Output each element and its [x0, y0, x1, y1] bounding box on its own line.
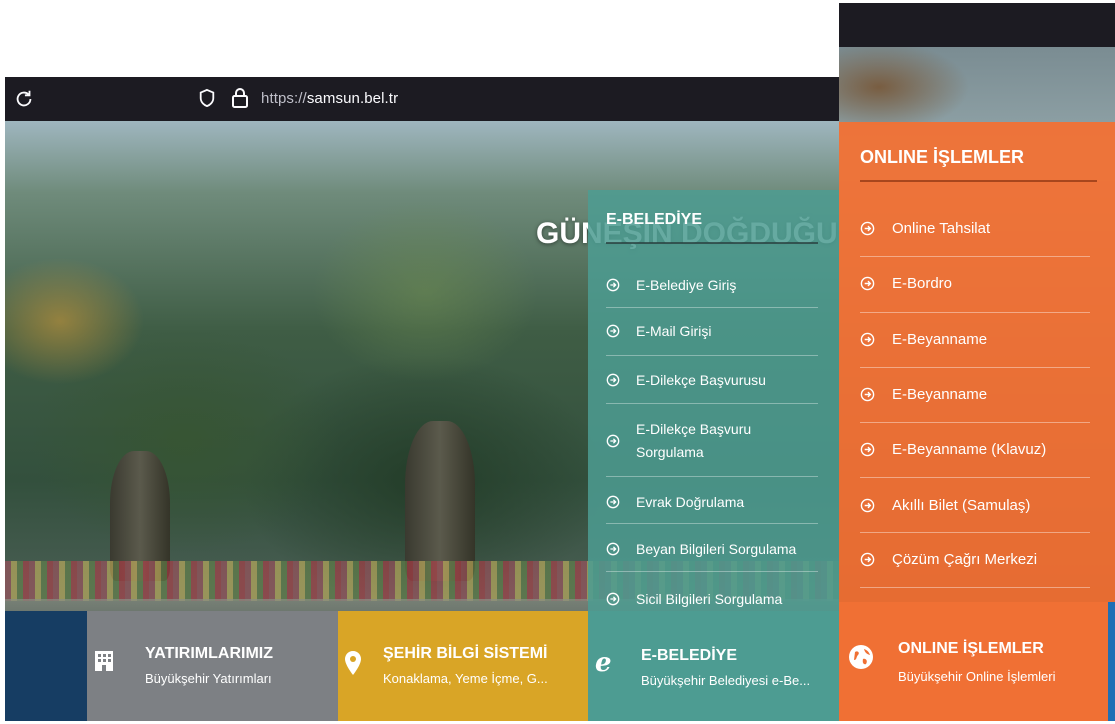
- arrow-circle-icon: [860, 552, 875, 567]
- menu-item-label: Çözüm Çağrı Merkezi: [892, 551, 1038, 568]
- tile-title: ŞEHİR BİLGİ SİSTEMİ: [383, 645, 548, 662]
- arrow-circle-icon: [860, 221, 875, 236]
- browser-toolbar-right: [839, 3, 1115, 47]
- divider: [860, 312, 1090, 313]
- url-host: samsun.bel.tr: [306, 90, 399, 107]
- divider: [606, 571, 818, 572]
- divider: [860, 532, 1090, 533]
- menu-item-label: E-Beyanname: [892, 331, 988, 348]
- divider: [860, 477, 1090, 478]
- menu-item-label: E-Dilekçe Başvurusu: [636, 372, 766, 388]
- menu-item-label: Beyan Bilgileri Sorgulama: [636, 541, 797, 557]
- menu-item-label: Evrak Doğrulama: [636, 494, 745, 510]
- menu-item-label: Sicil Bilgileri Sorgulama: [636, 591, 783, 607]
- divider: [606, 476, 818, 477]
- arrow-circle-icon: [606, 592, 620, 606]
- arrow-circle-icon: [860, 442, 875, 457]
- arrow-circle-icon: [606, 278, 620, 292]
- tile-subtitle: Büyükşehir Belediyesi e-Be...: [641, 673, 811, 688]
- arrow-circle-icon: [606, 373, 620, 387]
- arrow-circle-icon: [606, 324, 620, 338]
- menu-item-label: E-Mail Girişi: [636, 323, 712, 339]
- tile-partial-right: [1108, 602, 1115, 721]
- e-belediye-dropdown-title: E-BELEDİYE: [606, 211, 703, 228]
- divider: [606, 307, 818, 308]
- divider: [860, 180, 1097, 182]
- divider: [606, 403, 818, 404]
- url-bar[interactable]: https://samsun.bel.tr: [261, 90, 398, 107]
- tile-e-belediye[interactable]: e E-BELEDİYE Büyükşehir Belediyesi e-Be.…: [588, 611, 839, 721]
- arrow-circle-icon: [606, 542, 620, 556]
- arrow-circle-icon: [860, 498, 875, 513]
- arrow-circle-icon: [860, 387, 875, 402]
- divider: [860, 256, 1090, 257]
- internet-explorer-icon: e: [595, 649, 612, 675]
- tile-subtitle: Büyükşehir Yatırımları: [145, 671, 272, 686]
- browser-toolbar: https://samsun.bel.tr: [5, 77, 839, 121]
- menu-item-label: Akıllı Bilet (Samulaş): [892, 497, 1031, 514]
- menu-item-label: E-Belediye Giriş: [636, 277, 737, 293]
- menu-item-label: E-Beyanname: [892, 386, 988, 403]
- svg-text:e: e: [595, 649, 612, 675]
- divider: [606, 242, 818, 244]
- tree-trunk: [405, 421, 475, 581]
- arrow-circle-icon: [860, 276, 875, 291]
- tile-title: YATIRIMLARIMIZ: [145, 645, 273, 662]
- building-icon: [95, 651, 113, 671]
- globe-icon: [849, 645, 873, 669]
- menu-item-label: E-Dilekçe Başvuru Sorgulama: [636, 421, 752, 460]
- tile-title: ONLINE İŞLEMLER: [898, 640, 1044, 657]
- tile-sehir-bilgi-sistemi[interactable]: ŞEHİR BİLGİ SİSTEMİ Konaklama, Yeme İçme…: [338, 611, 588, 721]
- shield-icon[interactable]: [198, 88, 216, 108]
- menu-item-label: E-Bordro: [892, 275, 953, 292]
- tile-partial-left: [5, 611, 87, 721]
- map-pin-icon: [345, 651, 361, 675]
- reload-icon[interactable]: [13, 88, 35, 110]
- menu-item-label: E-Beyanname (Klavuz): [892, 441, 1047, 458]
- lock-icon[interactable]: [230, 87, 250, 109]
- online-islemler-dropdown: ONLINE İŞLEMLER Online Tahsilat E-Bordro…: [839, 122, 1115, 602]
- divider: [860, 422, 1090, 423]
- divider: [860, 587, 1090, 588]
- online-islemler-dropdown-title: ONLINE İŞLEMLER: [860, 147, 1025, 167]
- arrow-circle-icon: [860, 332, 875, 347]
- menu-item-label: Online Tahsilat: [892, 220, 991, 237]
- tile-subtitle: Büyükşehir Online İşlemleri: [898, 669, 1056, 684]
- tile-subtitle: Konaklama, Yeme İçme, G...: [383, 671, 548, 686]
- divider: [606, 523, 818, 524]
- tile-yatirimlarimiz[interactable]: YATIRIMLARIMIZ Büyükşehir Yatırımları: [87, 611, 338, 721]
- e-belediye-dropdown: E-BELEDİYE E-Belediye Giriş E-Mail Giriş…: [588, 190, 839, 611]
- tile-online-islemler[interactable]: ONLINE İŞLEMLER Büyükşehir Online İşleml…: [839, 602, 1108, 721]
- url-protocol: https://: [261, 90, 307, 107]
- divider: [606, 355, 818, 356]
- divider: [860, 367, 1090, 368]
- arrow-circle-icon: [606, 434, 620, 448]
- tile-title: E-BELEDİYE: [641, 647, 738, 664]
- arrow-circle-icon: [606, 495, 620, 509]
